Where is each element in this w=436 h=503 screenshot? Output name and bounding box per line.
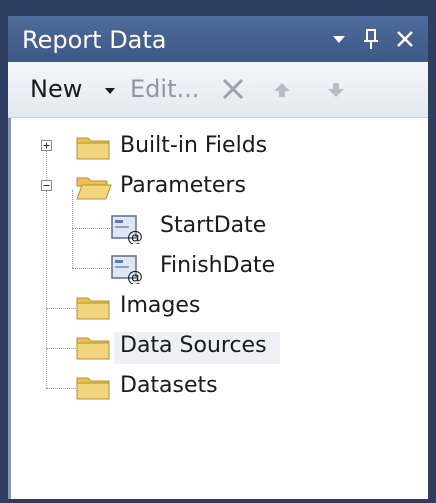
collapse-icon[interactable] bbox=[41, 180, 52, 191]
new-button[interactable]: New bbox=[30, 74, 82, 104]
report-data-tree: Built-in Fields Parameters @ StartDate @… bbox=[8, 118, 428, 499]
parameter-icon: @ bbox=[111, 255, 143, 284]
tree-item-label: FinishDate bbox=[160, 253, 276, 278]
window-bottom-border bbox=[0, 499, 436, 503]
tree-connector bbox=[72, 190, 73, 268]
move-up-icon[interactable] bbox=[272, 80, 292, 100]
tree-connector bbox=[72, 228, 110, 229]
parameter-icon: @ bbox=[111, 215, 143, 244]
folder-icon bbox=[76, 377, 110, 400]
folder-open-icon bbox=[76, 177, 112, 200]
tree-item-label: Images bbox=[120, 293, 201, 318]
tree-item-label: Built-in Fields bbox=[120, 133, 268, 158]
toolbar: New Edit... bbox=[8, 62, 428, 118]
folder-icon bbox=[76, 297, 110, 320]
dropdown-arrow-icon[interactable] bbox=[326, 26, 352, 52]
move-down-icon[interactable] bbox=[326, 80, 346, 100]
delete-x-icon[interactable] bbox=[220, 76, 246, 102]
tree-connector bbox=[46, 388, 76, 389]
svg-text:@: @ bbox=[127, 267, 143, 284]
expand-icon[interactable] bbox=[41, 140, 52, 151]
tree-item-label: Data Sources bbox=[120, 333, 267, 358]
close-icon[interactable] bbox=[392, 26, 418, 52]
svg-text:@: @ bbox=[127, 227, 143, 244]
pin-icon[interactable] bbox=[358, 26, 384, 52]
folder-icon bbox=[76, 137, 110, 160]
tree-item-label: StartDate bbox=[160, 213, 267, 238]
tree-connector bbox=[46, 308, 76, 309]
folder-icon bbox=[76, 337, 110, 360]
title-bar: Report Data bbox=[8, 16, 428, 62]
new-dropdown-arrow-icon[interactable] bbox=[105, 88, 115, 94]
tree-item-label: Parameters bbox=[120, 173, 246, 198]
tree-connector bbox=[46, 348, 76, 349]
tree-item-label: Datasets bbox=[120, 373, 218, 398]
window-title: Report Data bbox=[22, 26, 167, 54]
tree-connector bbox=[72, 268, 110, 269]
edit-button[interactable]: Edit... bbox=[130, 74, 199, 104]
